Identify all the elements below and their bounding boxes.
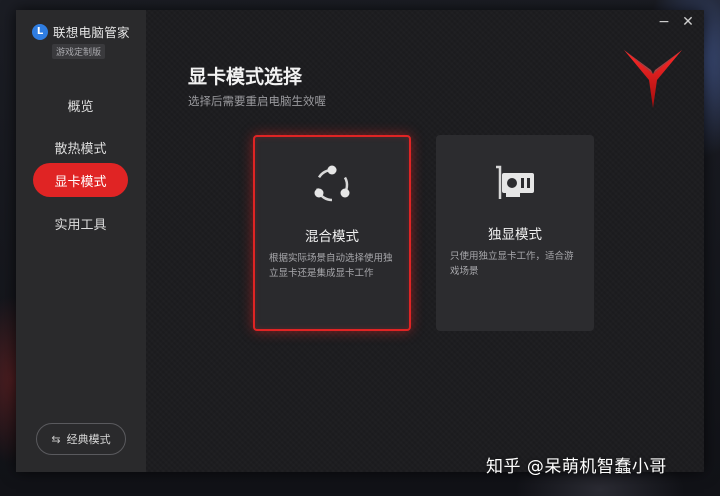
card-description: 根据实际场景自动选择使用独立显卡还是集成显卡工作 <box>269 253 393 279</box>
hybrid-mode-card[interactable]: 混合模式 根据实际场景自动选择使用独立显卡还是集成显卡工作 <box>253 135 411 331</box>
app-name: 联想电脑管家 <box>53 25 130 40</box>
card-description: 只使用独立显卡工作，适合游戏场景 <box>450 251 574 277</box>
discrete-mode-card[interactable]: 独显模式 只使用独立显卡工作，适合游戏场景 <box>436 135 594 331</box>
card-title: 独显模式 <box>488 227 542 243</box>
sidebar-item-utilities[interactable]: 实用工具 <box>33 206 128 240</box>
brand: L 联想电脑管家 <box>32 22 130 41</box>
sidebar-item-label: 散热模式 <box>54 141 107 157</box>
sidebar-item-cooling-mode[interactable]: 散热模式 <box>33 130 128 164</box>
watermark-text: 知乎 @呆萌机智蠢小哥 <box>486 457 667 477</box>
classic-mode-label: 经典模式 <box>66 433 111 446</box>
sidebar-item-overview[interactable]: 概览 <box>33 88 128 122</box>
app-logo-icon: L <box>32 23 48 40</box>
sidebar-item-graphics-mode[interactable]: 显卡模式 <box>33 163 128 197</box>
sidebar: L 联想电脑管家 游戏定制版 概览 散热模式 显卡模式 实用工具 ⇆ 经典模式 <box>16 10 146 472</box>
graphics-card-icon <box>496 165 534 199</box>
main-panel: − ✕ 显卡模式选择 选择后需要重启电脑生效喔 混合模式 根据实际场景自动选择使… <box>146 10 704 472</box>
sidebar-item-label: 概览 <box>67 99 94 115</box>
edition-badge: 游戏定制版 <box>52 44 106 59</box>
app-window: L 联想电脑管家 游戏定制版 概览 散热模式 显卡模式 实用工具 ⇆ 经典模式 … <box>16 10 704 472</box>
swap-arrows-icon: ⇆ <box>51 432 61 446</box>
card-title: 混合模式 <box>305 229 359 245</box>
classic-mode-button[interactable]: ⇆ 经典模式 <box>36 423 126 455</box>
close-button[interactable]: ✕ <box>680 14 696 30</box>
sidebar-item-label: 显卡模式 <box>54 174 107 190</box>
minimize-button[interactable]: − <box>656 14 672 30</box>
page-title: 显卡模式选择 <box>188 66 303 88</box>
hybrid-nodes-icon <box>314 165 350 202</box>
sidebar-item-label: 实用工具 <box>54 217 107 233</box>
legion-logo-icon <box>624 50 682 108</box>
page-subtitle: 选择后需要重启电脑生效喔 <box>188 94 326 108</box>
